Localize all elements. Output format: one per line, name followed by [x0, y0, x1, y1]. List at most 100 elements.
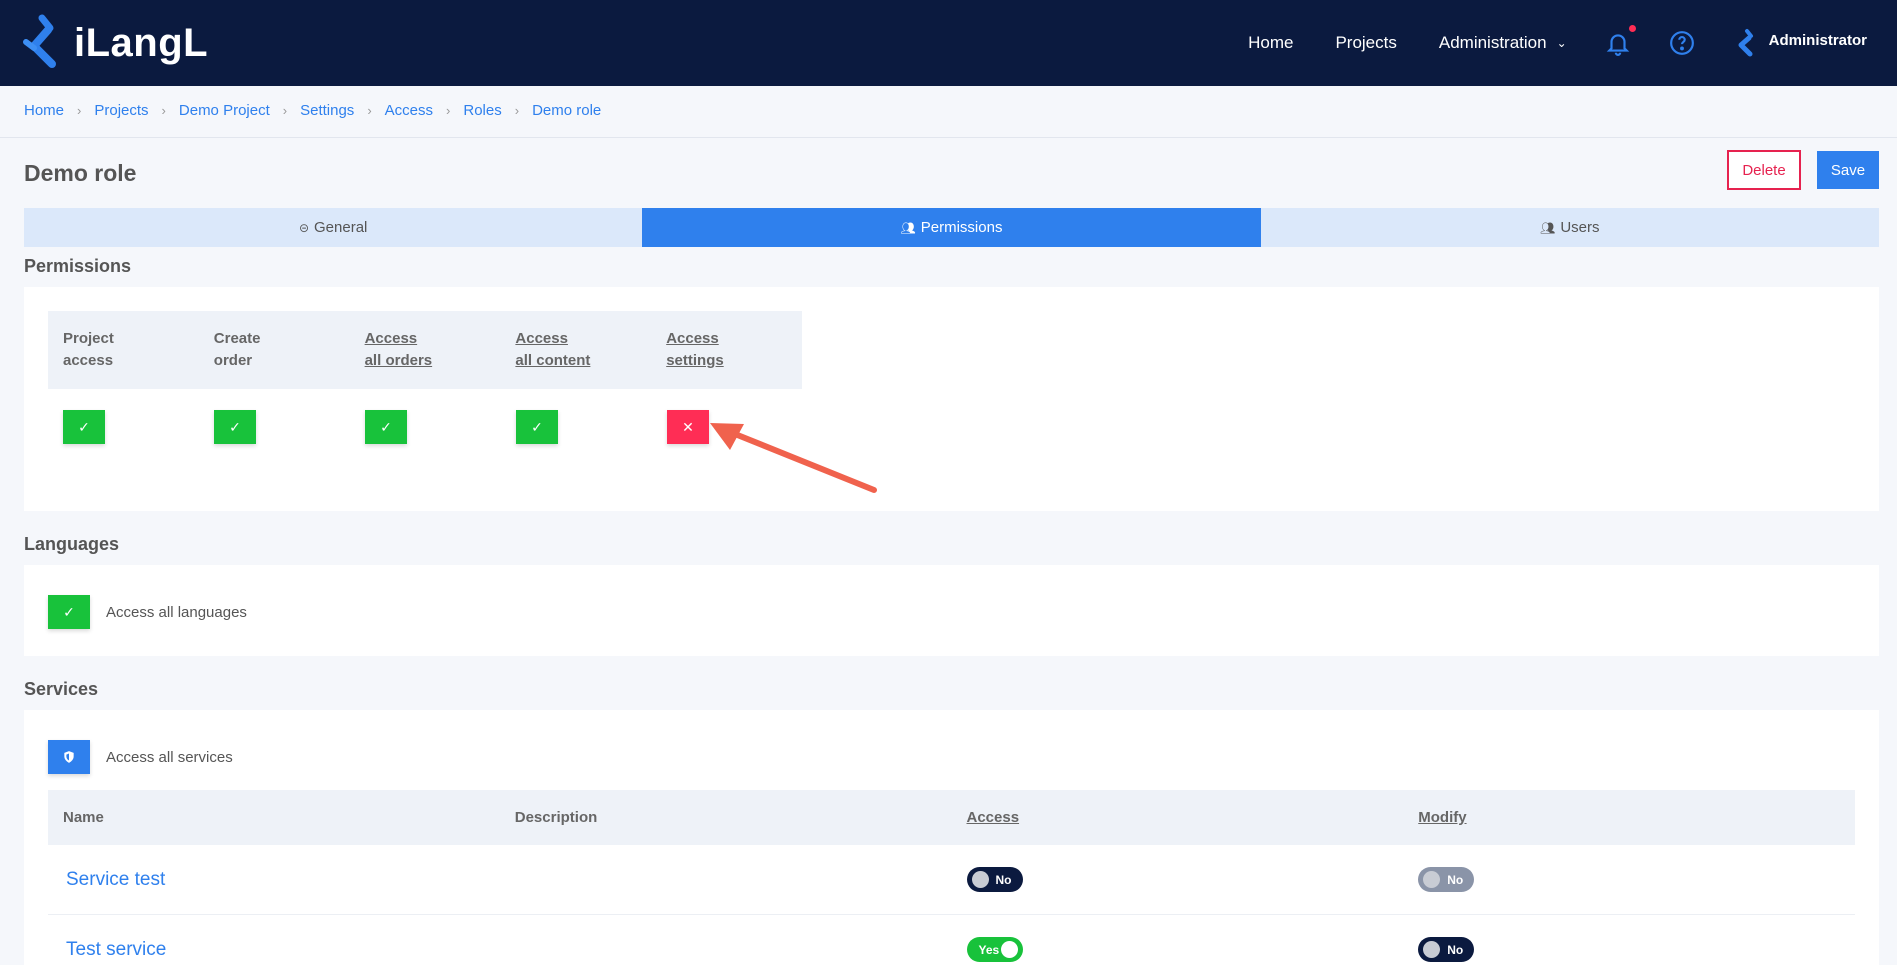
save-button[interactable]: Save — [1817, 151, 1879, 189]
perm-col-label: order — [213, 352, 253, 369]
breadcrumb-demo-project[interactable]: Demo Project — [179, 102, 270, 119]
toggle-label: No — [995, 872, 1012, 887]
perm-col-access-all-content[interactable]: Access all content — [500, 311, 651, 389]
tab-general[interactable]: ⊝ General — [24, 208, 643, 247]
access-all-languages-checkbox[interactable]: ✓ — [48, 595, 90, 629]
services-section-title: Services — [24, 679, 99, 699]
access-all-languages-row: ✓ Access all languages — [48, 595, 247, 629]
access-all-orders-checkbox[interactable]: ✓ — [365, 410, 407, 444]
access-all-services-label: Access all services — [106, 748, 233, 766]
languages-card: ✓ Access all languages — [24, 565, 1879, 656]
chevron-right-icon: › — [282, 103, 288, 118]
col-header-name: Name — [63, 809, 104, 826]
toggle-knob — [971, 871, 989, 888]
tab-permissions-label: Permissions — [920, 219, 1003, 236]
breadcrumb: Home › Projects › Demo Project › Setting… — [24, 102, 601, 119]
access-all-languages-label: Access all languages — [106, 603, 247, 621]
chevron-right-icon: › — [77, 103, 82, 118]
access-all-services-row: Access all services — [48, 740, 233, 774]
check-icon: ✓ — [380, 418, 392, 435]
check-icon: ✓ — [229, 418, 241, 435]
perm-col-label: Create — [213, 330, 261, 347]
check-icon: ✓ — [531, 418, 543, 435]
project-access-checkbox[interactable]: ✓ — [63, 410, 105, 444]
shield-icon — [64, 751, 74, 763]
nav-administration[interactable]: Administration ⌄ — [1439, 33, 1567, 53]
perm-col-label: Access — [515, 330, 568, 347]
toggle-label: Yes — [978, 942, 1000, 957]
toggle-knob — [1423, 941, 1441, 958]
access-all-services-checkbox[interactable] — [48, 740, 90, 774]
access-all-content-checkbox[interactable]: ✓ — [516, 410, 558, 444]
breadcrumb-access[interactable]: Access — [385, 102, 433, 119]
role-tabs: ⊝ General 👥︎ Permissions 👥︎ Users — [24, 208, 1879, 247]
users-icon: 👥︎ — [900, 220, 916, 235]
users-icon: 👥︎ — [1540, 220, 1556, 235]
nav-administration-label: Administration — [1438, 33, 1547, 52]
breadcrumb-demo-role[interactable]: Demo role — [532, 102, 601, 119]
notification-dot — [1628, 25, 1636, 32]
tab-general-label: General — [314, 219, 368, 236]
breadcrumb-projects[interactable]: Projects — [94, 102, 148, 119]
services-table-header: Name Description Access Modify — [48, 790, 1855, 845]
col-header-description: Description — [514, 809, 598, 826]
access-toggle[interactable]: Yes — [966, 937, 1023, 962]
perm-col-label: all orders — [364, 352, 433, 369]
breadcrumb-settings[interactable]: Settings — [300, 102, 354, 119]
services-card: Access all services Name Description Acc… — [24, 710, 1879, 965]
help-icon[interactable] — [1669, 30, 1695, 56]
permissions-values-row: ✓ ✓ ✓ ✓ ✕ — [48, 410, 803, 444]
perm-col-project-access: Project access — [48, 311, 199, 389]
service-name-link[interactable]: Service test — [63, 869, 165, 890]
col-header-modify[interactable]: Modify — [1403, 809, 1855, 826]
perm-col-label: Project — [63, 330, 114, 347]
perm-col-label: all content — [515, 352, 591, 369]
languages-section-title: Languages — [24, 534, 120, 554]
user-menu[interactable]: Administrator — [1733, 28, 1867, 58]
nav-projects[interactable]: Projects — [1335, 33, 1396, 53]
minus-circle-icon: ⊝ — [298, 220, 309, 235]
toggle-label: No — [1447, 942, 1464, 957]
top-navbar: iLangL Home Projects Administration ⌄ Ad… — [0, 0, 1897, 86]
permissions-section-title: Permissions — [24, 256, 132, 276]
permissions-header-row: Project access Create order Access all o… — [48, 311, 802, 389]
table-row: Test service Yes No — [48, 915, 1855, 965]
access-settings-checkbox[interactable]: ✕ — [667, 410, 709, 444]
tab-permissions[interactable]: 👥︎ Permissions — [642, 208, 1261, 247]
delete-button[interactable]: Delete — [1727, 150, 1801, 190]
tab-users-label: Users — [1560, 219, 1600, 236]
permissions-card: Project access Create order Access all o… — [24, 287, 1879, 511]
perm-col-access-all-orders[interactable]: Access all orders — [350, 311, 501, 389]
modify-toggle[interactable]: No — [1418, 937, 1475, 962]
bell-icon[interactable] — [1605, 25, 1636, 56]
chevron-right-icon: › — [367, 103, 372, 118]
perm-col-access-settings[interactable]: Access settings — [651, 311, 802, 389]
perm-col-label: settings — [666, 352, 724, 369]
page-title: Demo role — [24, 160, 137, 186]
logo-icon — [23, 14, 56, 68]
main-nav: Home Projects Administration ⌄ Administr… — [1206, 0, 1867, 86]
check-icon: ✓ — [78, 418, 90, 435]
tab-users[interactable]: 👥︎ Users — [1260, 208, 1879, 247]
user-name: Administrator — [1768, 31, 1867, 49]
modify-toggle[interactable]: No — [1418, 867, 1475, 892]
check-icon: ✓ — [63, 603, 75, 620]
toggle-label: No — [1447, 872, 1464, 887]
nav-home[interactable]: Home — [1248, 33, 1293, 53]
breadcrumb-home[interactable]: Home — [24, 102, 64, 119]
toggle-knob — [1423, 871, 1441, 888]
close-icon: ✕ — [682, 418, 694, 435]
logo-text: iLangL — [74, 20, 209, 65]
service-name-link[interactable]: Test service — [63, 939, 166, 960]
toggle-knob — [1000, 941, 1018, 958]
create-order-checkbox[interactable]: ✓ — [214, 410, 256, 444]
access-toggle[interactable]: No — [966, 867, 1023, 892]
chevron-down-icon: ⌄ — [1556, 36, 1567, 50]
app-logo[interactable]: iLangL — [22, 12, 208, 74]
perm-col-label: Access — [666, 330, 719, 347]
col-header-access[interactable]: Access — [952, 809, 1404, 826]
perm-col-create-order: Create order — [199, 311, 350, 389]
perm-col-label: Access — [364, 330, 418, 347]
breadcrumb-roles[interactable]: Roles — [463, 102, 501, 119]
user-avatar-icon — [1738, 29, 1753, 57]
